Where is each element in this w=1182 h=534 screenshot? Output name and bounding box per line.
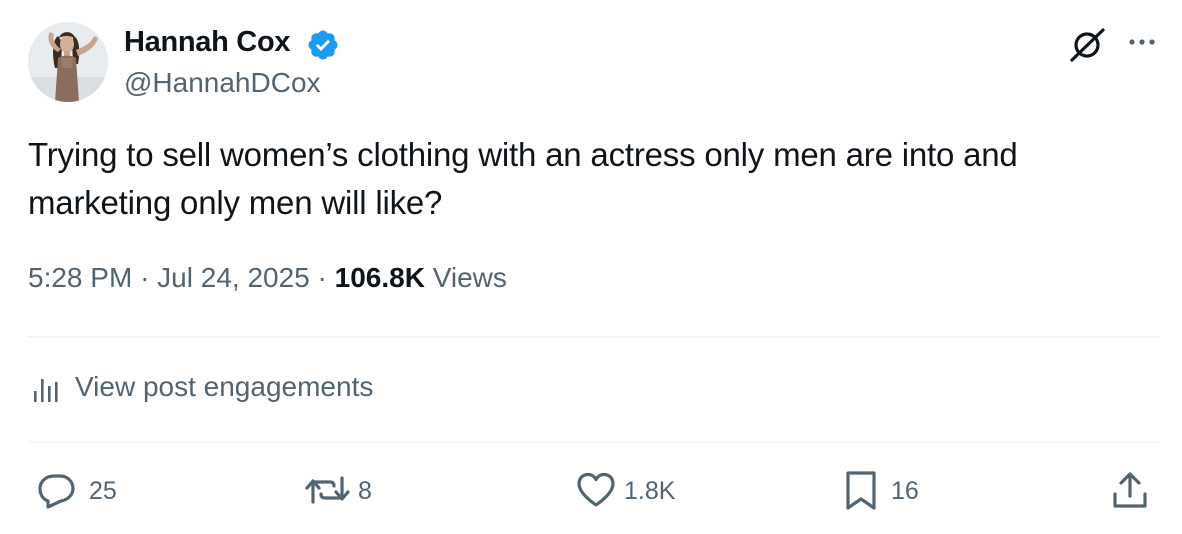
share-icon <box>1113 472 1147 508</box>
bookmark-count: 16 <box>891 477 919 505</box>
more-options-icon[interactable] <box>1124 28 1160 56</box>
avatar-photo <box>28 22 108 102</box>
meta-separator: · <box>140 262 150 293</box>
bookmark-icon <box>846 471 876 510</box>
post-text: Trying to sell women’s clothing with an … <box>28 136 1018 221</box>
verified-badge-icon[interactable] <box>306 28 340 62</box>
views-count: 106.8K <box>334 262 425 293</box>
reply-button[interactable]: 25 <box>37 470 127 510</box>
author-display-name[interactable]: Hannah Cox <box>124 26 290 59</box>
post-time[interactable]: 5:28 PM <box>28 262 132 293</box>
repost-icon <box>305 476 350 504</box>
like-button[interactable]: 1.8K <box>576 470 686 510</box>
views-label: Views <box>432 262 507 293</box>
repost-count: 8 <box>358 477 372 505</box>
divider <box>28 441 1160 442</box>
meta-separator: · <box>317 262 327 293</box>
tweet-card: Hannah Cox @HannahDCox Trying to sell wo… <box>0 0 1182 534</box>
divider <box>28 336 1160 337</box>
share-button[interactable] <box>1111 470 1151 510</box>
grok-icon[interactable] <box>1068 26 1108 62</box>
like-count: 1.8K <box>624 477 676 505</box>
reply-count: 25 <box>89 477 117 505</box>
avatar[interactable] <box>28 22 108 102</box>
author-handle[interactable]: @HannahDCox <box>124 67 321 99</box>
bookmark-button[interactable]: 16 <box>845 470 925 510</box>
view-post-engagements-label: View post engagements <box>75 371 374 402</box>
like-icon <box>577 472 615 507</box>
reply-icon <box>38 474 75 509</box>
post-date[interactable]: Jul 24, 2025 <box>157 262 310 293</box>
post-meta: 5:28 PM · Jul 24, 2025 · 106.8K Views <box>28 262 507 294</box>
repost-button[interactable]: 8 <box>304 470 384 510</box>
analytics-bars-icon <box>34 379 58 402</box>
